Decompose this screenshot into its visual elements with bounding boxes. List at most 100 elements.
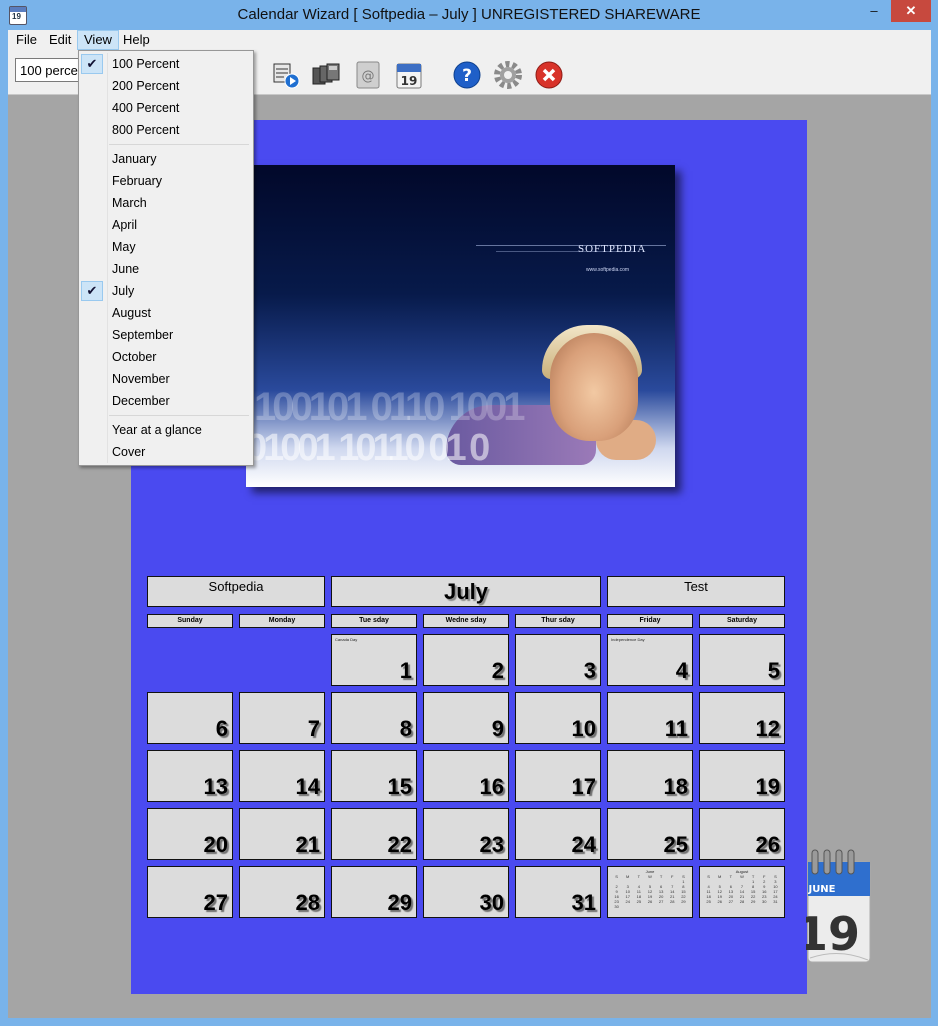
menu-item-march[interactable]: March: [112, 192, 147, 214]
weekday-header: Wedne sday: [423, 614, 509, 628]
menu-item-february[interactable]: February: [112, 170, 162, 192]
menu-item-year-at-a-glance[interactable]: Year at a glance: [112, 419, 202, 441]
day-cell[interactable]: 2: [423, 634, 509, 686]
menu-item-august[interactable]: August: [112, 302, 151, 324]
day-number: 7: [307, 716, 320, 741]
menu-item-october[interactable]: October: [112, 346, 156, 368]
day-cell[interactable]: 5: [699, 634, 785, 686]
day-cell[interactable]: 23: [423, 808, 509, 860]
day-cell[interactable]: 16: [423, 750, 509, 802]
calendar-month-title[interactable]: July: [331, 576, 601, 607]
day-number: 19: [755, 774, 780, 799]
calendar-left-header[interactable]: Softpedia: [147, 576, 325, 607]
mini-calendar-june[interactable]: June S M T W T F S 1 2 3 4 5 6 7 8 9 10 11 12 13 14 15 16 17 18 19…: [607, 866, 693, 918]
day-cell[interactable]: 21: [239, 808, 325, 860]
day-number: 26: [755, 832, 780, 857]
day-number: 10: [571, 716, 596, 741]
day-cell[interactable]: 29: [331, 866, 417, 918]
day-cell[interactable]: 26: [699, 808, 785, 860]
menu-item-zoom-400[interactable]: 400 Percent: [112, 97, 179, 119]
day-cell[interactable]: 15: [331, 750, 417, 802]
day-cell[interactable]: 28: [239, 866, 325, 918]
day-cell[interactable]: 24: [515, 808, 601, 860]
calendar-19-icon[interactable]: 19: [394, 60, 424, 90]
address-book-icon[interactable]: @: [353, 60, 383, 90]
weekday-header: Saturday: [699, 614, 785, 628]
print-all-icon[interactable]: [311, 60, 341, 90]
view-menu-dropdown: 100 Percent ✔ 200 Percent 400 Percent 800 Pe…: [78, 50, 254, 466]
day-number: 30: [479, 890, 504, 915]
day-number: 20: [203, 832, 228, 857]
menu-item-april[interactable]: April: [112, 214, 137, 236]
day-number: 5: [767, 658, 780, 683]
day-number: 28: [295, 890, 320, 915]
menu-bar: File Edit View Help: [8, 30, 931, 50]
day-number: 3: [583, 658, 596, 683]
menu-view[interactable]: View: [77, 30, 119, 50]
day-cell[interactable]: 10: [515, 692, 601, 744]
day-cell[interactable]: Independence Day 4: [607, 634, 693, 686]
mini-day: 30: [614, 904, 619, 909]
zoom-select[interactable]: 100 percent: [15, 58, 81, 82]
day-cell[interactable]: 17: [515, 750, 601, 802]
svg-text:?: ?: [462, 66, 472, 86]
mini-day: [622, 904, 633, 909]
menu-item-may[interactable]: May: [112, 236, 136, 258]
weekday-header: Sunday: [147, 614, 233, 628]
menu-item-july[interactable]: July: [112, 280, 134, 302]
day-cell[interactable]: Canada Day 1: [331, 634, 417, 686]
menu-item-zoom-200[interactable]: 200 Percent: [112, 75, 179, 97]
minimize-button[interactable]: –: [861, 0, 887, 22]
day-cell[interactable]: 14: [239, 750, 325, 802]
window-title: Calendar Wizard [ Softpedia – July ] UNR…: [237, 6, 701, 23]
svg-text:19: 19: [401, 74, 418, 88]
day-cell[interactable]: 8: [331, 692, 417, 744]
mini-calendar-august[interactable]: August S M T W T F S 1 2 3 4 5 6 7 8 9 10 11 12 13 14 15 16 17 18…: [699, 866, 785, 918]
menu-item-june[interactable]: June: [112, 258, 139, 280]
menu-item-december[interactable]: December: [112, 390, 170, 412]
day-cell[interactable]: 27: [147, 866, 233, 918]
day-cell[interactable]: 31: [515, 866, 601, 918]
day-cell[interactable]: 25: [607, 808, 693, 860]
day-cell[interactable]: 22: [331, 808, 417, 860]
photo-portrait: [550, 333, 638, 441]
exit-icon[interactable]: [534, 60, 564, 90]
day-number: 12: [755, 716, 780, 741]
day-cell[interactable]: 7: [239, 692, 325, 744]
day-cell[interactable]: 9: [423, 692, 509, 744]
checkmark-icon: ✔: [81, 281, 103, 301]
day-cell[interactable]: 30: [423, 866, 509, 918]
mini-day: 26: [717, 899, 722, 904]
menu-item-november[interactable]: November: [112, 368, 170, 390]
menu-item-january[interactable]: January: [112, 148, 156, 170]
day-number: 16: [479, 774, 504, 799]
menu-item-cover[interactable]: Cover: [112, 441, 145, 463]
menu-item-zoom-800[interactable]: 800 Percent: [112, 119, 179, 141]
day-cell[interactable]: 13: [147, 750, 233, 802]
day-cell[interactable]: 11: [607, 692, 693, 744]
help-icon[interactable]: ?: [452, 60, 482, 90]
menu-separator: [109, 415, 249, 416]
day-number: 9: [491, 716, 504, 741]
day-cell[interactable]: 19: [699, 750, 785, 802]
menu-help[interactable]: Help: [117, 30, 156, 50]
day-cell[interactable]: 3: [515, 634, 601, 686]
day-number: 27: [203, 890, 228, 915]
menu-item-zoom-100[interactable]: 100 Percent: [112, 53, 179, 75]
menu-item-september[interactable]: September: [112, 324, 173, 346]
mini-day: 25: [706, 899, 711, 904]
photo-brand-text: SOFTPEDIA: [578, 243, 647, 255]
day-cell[interactable]: 18: [607, 750, 693, 802]
day-number: 2: [491, 658, 504, 683]
calendar-right-header[interactable]: Test: [607, 576, 785, 607]
settings-gear-icon[interactable]: [493, 60, 523, 90]
print-preview-icon[interactable]: [271, 60, 301, 90]
day-cell[interactable]: 12: [699, 692, 785, 744]
menu-file[interactable]: File: [10, 30, 43, 50]
close-button[interactable]: ✕: [891, 0, 931, 22]
day-cell[interactable]: 20: [147, 808, 233, 860]
menu-edit[interactable]: Edit: [43, 30, 77, 50]
day-cell[interactable]: 6: [147, 692, 233, 744]
weekday-header: Thur sday: [515, 614, 601, 628]
decoration-month: JUNE: [807, 884, 835, 895]
